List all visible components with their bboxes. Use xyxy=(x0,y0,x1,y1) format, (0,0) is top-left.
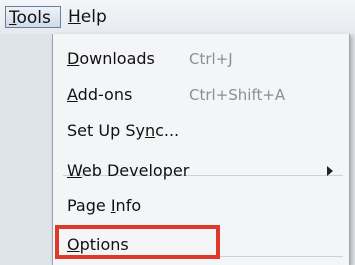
menu-item-web-developer[interactable]: Web Developer xyxy=(53,154,349,188)
menu-item-page-info[interactable]: Page Info xyxy=(53,189,349,223)
label-pre: Page xyxy=(67,196,111,215)
menu-item-label: Add-ons xyxy=(67,85,132,104)
menu-item-label: Set Up Sync... xyxy=(67,121,179,140)
menu-tools-accel: T xyxy=(9,8,17,28)
tools-dropdown-menu: Downloads Ctrl+J Add-ons Ctrl+Shift+A Se… xyxy=(52,34,350,265)
label-post: nfo xyxy=(115,196,142,215)
menu-item-shortcut: Ctrl+J xyxy=(189,50,233,68)
label-accel: D xyxy=(67,49,80,68)
menu-item-add-ons[interactable]: Add-ons Ctrl+Shift+A xyxy=(53,78,349,112)
menu-item-label: Options xyxy=(67,235,129,254)
menu-item-label: Downloads xyxy=(67,49,155,68)
menu-bar: Tools Help xyxy=(0,0,355,34)
menu-tools[interactable]: Tools xyxy=(5,6,61,28)
menu-item-shortcut: Ctrl+Shift+A xyxy=(189,86,286,104)
menu-help[interactable]: Help xyxy=(68,6,128,28)
label-post: eb Developer xyxy=(81,161,190,180)
menu-tools-post: ools xyxy=(16,8,51,28)
label-post: dd-ons xyxy=(77,85,133,104)
label-accel: n xyxy=(144,121,156,140)
menu-item-label: Web Developer xyxy=(67,161,189,180)
label-pre: Set Up Sy xyxy=(67,121,145,140)
menu-item-downloads[interactable]: Downloads Ctrl+J xyxy=(53,42,349,76)
label-accel: O xyxy=(67,235,80,254)
menu-item-set-up-sync[interactable]: Set Up Sync... xyxy=(53,114,349,148)
label-post: ptions xyxy=(79,235,129,254)
menu-help-post: elp xyxy=(80,7,107,27)
label-accel: A xyxy=(67,85,78,104)
label-accel: W xyxy=(67,161,82,180)
menu-help-accel: H xyxy=(68,7,81,27)
menu-item-label: Page Info xyxy=(67,196,141,215)
label-post: ownloads xyxy=(79,49,155,68)
label-post: c... xyxy=(155,121,180,140)
submenu-arrow-icon xyxy=(327,166,333,176)
menu-item-options[interactable]: Options xyxy=(53,228,349,262)
